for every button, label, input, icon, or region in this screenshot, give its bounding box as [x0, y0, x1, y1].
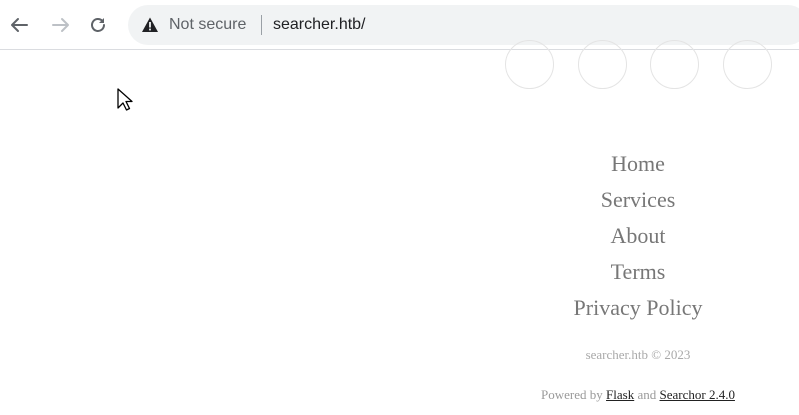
security-status-label[interactable]: Not secure: [169, 15, 246, 35]
address-bar[interactable]: Not secure searcher.htb/: [128, 5, 799, 45]
mouse-cursor-icon: [117, 88, 133, 117]
footer-menu-item: Terms: [518, 254, 758, 290]
footer-link-services[interactable]: Services: [601, 187, 676, 212]
url-text[interactable]: searcher.htb/: [273, 15, 366, 35]
omnibox-divider: [261, 15, 262, 35]
powered-by-text: Powered by Flask and Searchor 2.4.0: [508, 386, 768, 404]
powered-by-prefix: Powered by: [541, 387, 603, 402]
social-circle-icon[interactable]: [723, 40, 772, 89]
footer-menu-item: Home: [518, 146, 758, 182]
footer-link-privacy-policy[interactable]: Privacy Policy: [574, 295, 703, 320]
footer-link-about[interactable]: About: [611, 223, 666, 248]
back-arrow-icon[interactable]: [7, 13, 31, 37]
footer-link-home[interactable]: Home: [611, 151, 665, 176]
footer-menu: Home Services About Terms Privacy Policy: [518, 146, 758, 326]
footer-menu-item: About: [518, 218, 758, 254]
flask-link[interactable]: Flask: [606, 387, 634, 402]
footer-link-terms[interactable]: Terms: [611, 259, 666, 284]
social-circle-icon[interactable]: [578, 40, 627, 89]
footer-menu-item: Privacy Policy: [518, 290, 758, 326]
searchor-link[interactable]: Searchor 2.4.0: [660, 387, 735, 402]
copyright-text: searcher.htb © 2023: [585, 347, 691, 362]
powered-by-and: and: [637, 387, 657, 402]
forward-arrow-icon[interactable]: [49, 13, 73, 37]
social-circle-icon[interactable]: [650, 40, 699, 89]
social-circle-icon[interactable]: [505, 40, 554, 89]
footer-menu-item: Services: [518, 182, 758, 218]
warning-triangle-icon[interactable]: [141, 16, 159, 34]
reload-icon[interactable]: [86, 13, 110, 37]
